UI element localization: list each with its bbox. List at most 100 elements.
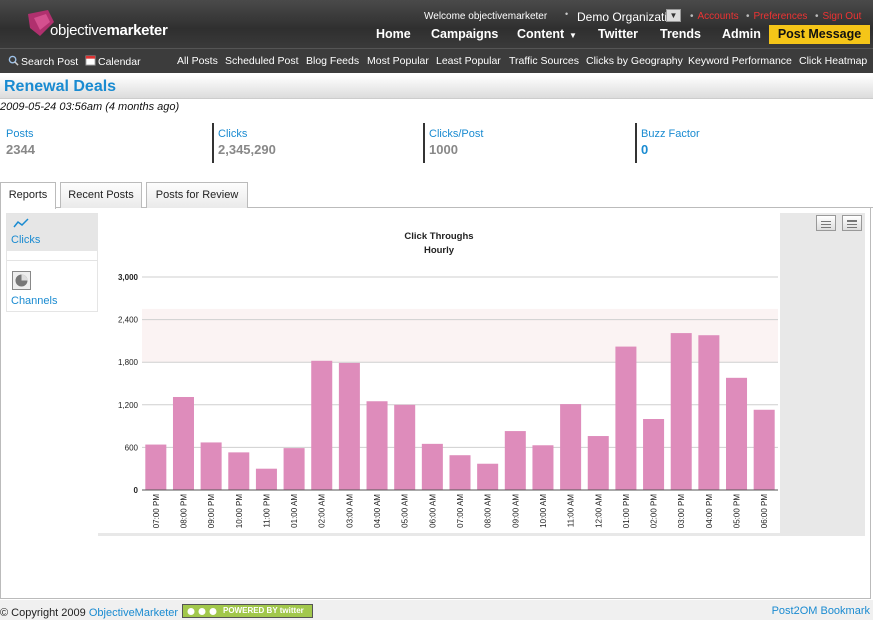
powered-by-twitter-badge[interactable]: POWERED BY twitter	[182, 604, 313, 618]
bar	[560, 404, 582, 490]
subnav-most-popular[interactable]: Most Popular	[367, 55, 429, 67]
bar	[477, 463, 499, 490]
bar	[421, 443, 443, 490]
stat-posts: Posts 2344	[2, 123, 202, 163]
title-bar: Renewal Deals	[0, 75, 873, 99]
content-dropdown-icon[interactable]: ▼	[569, 31, 577, 40]
post-message-button[interactable]: Post Message	[769, 25, 870, 44]
subnav-traffic-sources[interactable]: Traffic Sources	[509, 55, 579, 67]
subnav-keyword-performance[interactable]: Keyword Performance	[688, 55, 792, 67]
bar	[449, 455, 471, 490]
x-tick-label: 10:00 AM	[539, 494, 548, 528]
bar	[228, 452, 250, 490]
welcome-text: Welcome objectivemarketer	[424, 11, 548, 22]
organization-select-value: Demo Organization	[577, 10, 667, 24]
y-tick-label: 0	[134, 486, 139, 495]
bar	[394, 404, 416, 490]
stat-clicks: Clicks 2,345,290	[212, 123, 412, 163]
twitter-birds-icon	[187, 608, 217, 615]
bar	[726, 377, 748, 490]
bar	[643, 419, 665, 490]
bar	[532, 445, 554, 490]
x-tick-label: 12:00 AM	[594, 494, 603, 528]
subnav-click-heatmap[interactable]: Click Heatmap	[799, 55, 867, 67]
subnav-blog-feeds[interactable]: Blog Feeds	[306, 55, 359, 67]
bar	[504, 431, 526, 490]
line-chart-icon	[13, 218, 29, 228]
organization-select[interactable]: Demo Organization ▼	[573, 8, 683, 24]
nav-trends[interactable]: Trends	[660, 27, 701, 41]
tab-posts-for-review[interactable]: Posts for Review	[146, 182, 248, 208]
bar	[670, 333, 692, 490]
separator-dot: •	[565, 9, 569, 19]
x-tick-label: 01:00 AM	[290, 494, 299, 528]
badge-text: POWERED BY twitter	[223, 606, 304, 615]
subnav-clicks-by-geography[interactable]: Clicks by Geography	[586, 55, 683, 67]
side-item-channels[interactable]: Channels	[7, 266, 98, 310]
x-tick-label: 02:00 PM	[650, 494, 659, 529]
bar	[587, 436, 609, 490]
divider	[7, 260, 98, 261]
nav-home[interactable]: Home	[376, 27, 411, 41]
subnav-all-posts[interactable]: All Posts	[177, 55, 218, 67]
x-tick-label: 09:00 PM	[207, 494, 216, 529]
list-view-button[interactable]	[842, 215, 862, 231]
sub-navigation: Search Post Calendar All Posts Scheduled…	[0, 48, 873, 73]
post2om-bookmark-link[interactable]: Post2OM Bookmark	[772, 605, 870, 617]
chevron-down-icon[interactable]: ▼	[666, 9, 681, 22]
y-tick-label: 600	[125, 443, 139, 452]
bar	[145, 444, 167, 490]
stat-buzz-factor: Buzz Factor 0	[635, 123, 835, 163]
bar-chart: 0 600 1,200 1,800 2,400 3,000 07:00 PM 08:00 PM…	[118, 273, 778, 529]
x-tick-label: 10:00 PM	[235, 494, 244, 529]
x-tick-label: 03:00 PM	[677, 494, 686, 529]
logo[interactable]: objectivemarketer	[24, 8, 168, 42]
bar	[366, 401, 388, 490]
y-tick-label: 1,800	[118, 358, 139, 367]
x-tick-label: 04:00 AM	[373, 494, 382, 528]
stat-label: Buzz Factor	[641, 128, 700, 140]
copyright-text: © Copyright 2009 ObjectiveMarketer	[0, 607, 179, 619]
chart-container: Click Throughs Hourly 0 600 1,200 1,800 2,40…	[98, 213, 865, 536]
x-tick-label: 08:00 AM	[484, 494, 493, 528]
x-tick-label: 07:00 PM	[152, 494, 161, 529]
nav-content[interactable]: Content	[517, 27, 564, 41]
calendar-link[interactable]: Calendar	[85, 55, 141, 68]
bar	[615, 346, 637, 490]
x-tick-label: 05:00 AM	[401, 494, 410, 528]
subnav-scheduled-post[interactable]: Scheduled Post	[225, 55, 299, 67]
bar	[338, 362, 360, 490]
bar	[698, 335, 720, 490]
logo-text: objectivemarketer	[50, 22, 168, 39]
nav-admin[interactable]: Admin	[722, 27, 761, 41]
subnav-least-popular[interactable]: Least Popular	[436, 55, 501, 67]
bar	[172, 396, 194, 490]
accounts-link[interactable]: • Accounts	[690, 11, 739, 22]
preferences-link[interactable]: • Preferences	[746, 11, 807, 22]
x-tick-label: 04:00 PM	[705, 494, 714, 529]
tab-recent-posts[interactable]: Recent Posts	[60, 182, 142, 208]
search-post-link[interactable]: Search Post	[8, 55, 78, 68]
post-timestamp: 2009-05-24 03:56am (4 months ago)	[0, 101, 180, 113]
nav-campaigns[interactable]: Campaigns	[431, 27, 498, 41]
pie-chart-icon	[12, 271, 31, 290]
side-item-clicks[interactable]: Clicks	[7, 214, 98, 251]
x-tick-label: 08:00 PM	[179, 494, 188, 529]
tab-reports[interactable]: Reports	[0, 182, 56, 209]
table-view-button[interactable]	[816, 215, 836, 231]
sign-out-link[interactable]: • Sign Out	[815, 11, 861, 22]
company-link[interactable]: ObjectiveMarketer	[89, 607, 178, 619]
y-tick-label: 2,400	[118, 316, 139, 325]
report-side-menu: Clicks Channels	[6, 213, 98, 312]
x-tick-label: 07:00 AM	[456, 494, 465, 528]
x-tick-label: 01:00 PM	[622, 494, 631, 529]
nav-twitter[interactable]: Twitter	[598, 27, 638, 41]
bar	[753, 409, 775, 490]
x-tick-label: 06:00 PM	[760, 494, 769, 529]
stat-clicks-per-post: Clicks/Post 1000	[423, 123, 623, 163]
x-tick-label: 09:00 AM	[511, 494, 520, 528]
bar	[311, 360, 333, 490]
top-bar: objectivemarketer Welcome objectivemarke…	[0, 0, 873, 48]
stat-label: Clicks	[218, 128, 248, 140]
x-tick-label: 02:00 AM	[318, 494, 327, 528]
